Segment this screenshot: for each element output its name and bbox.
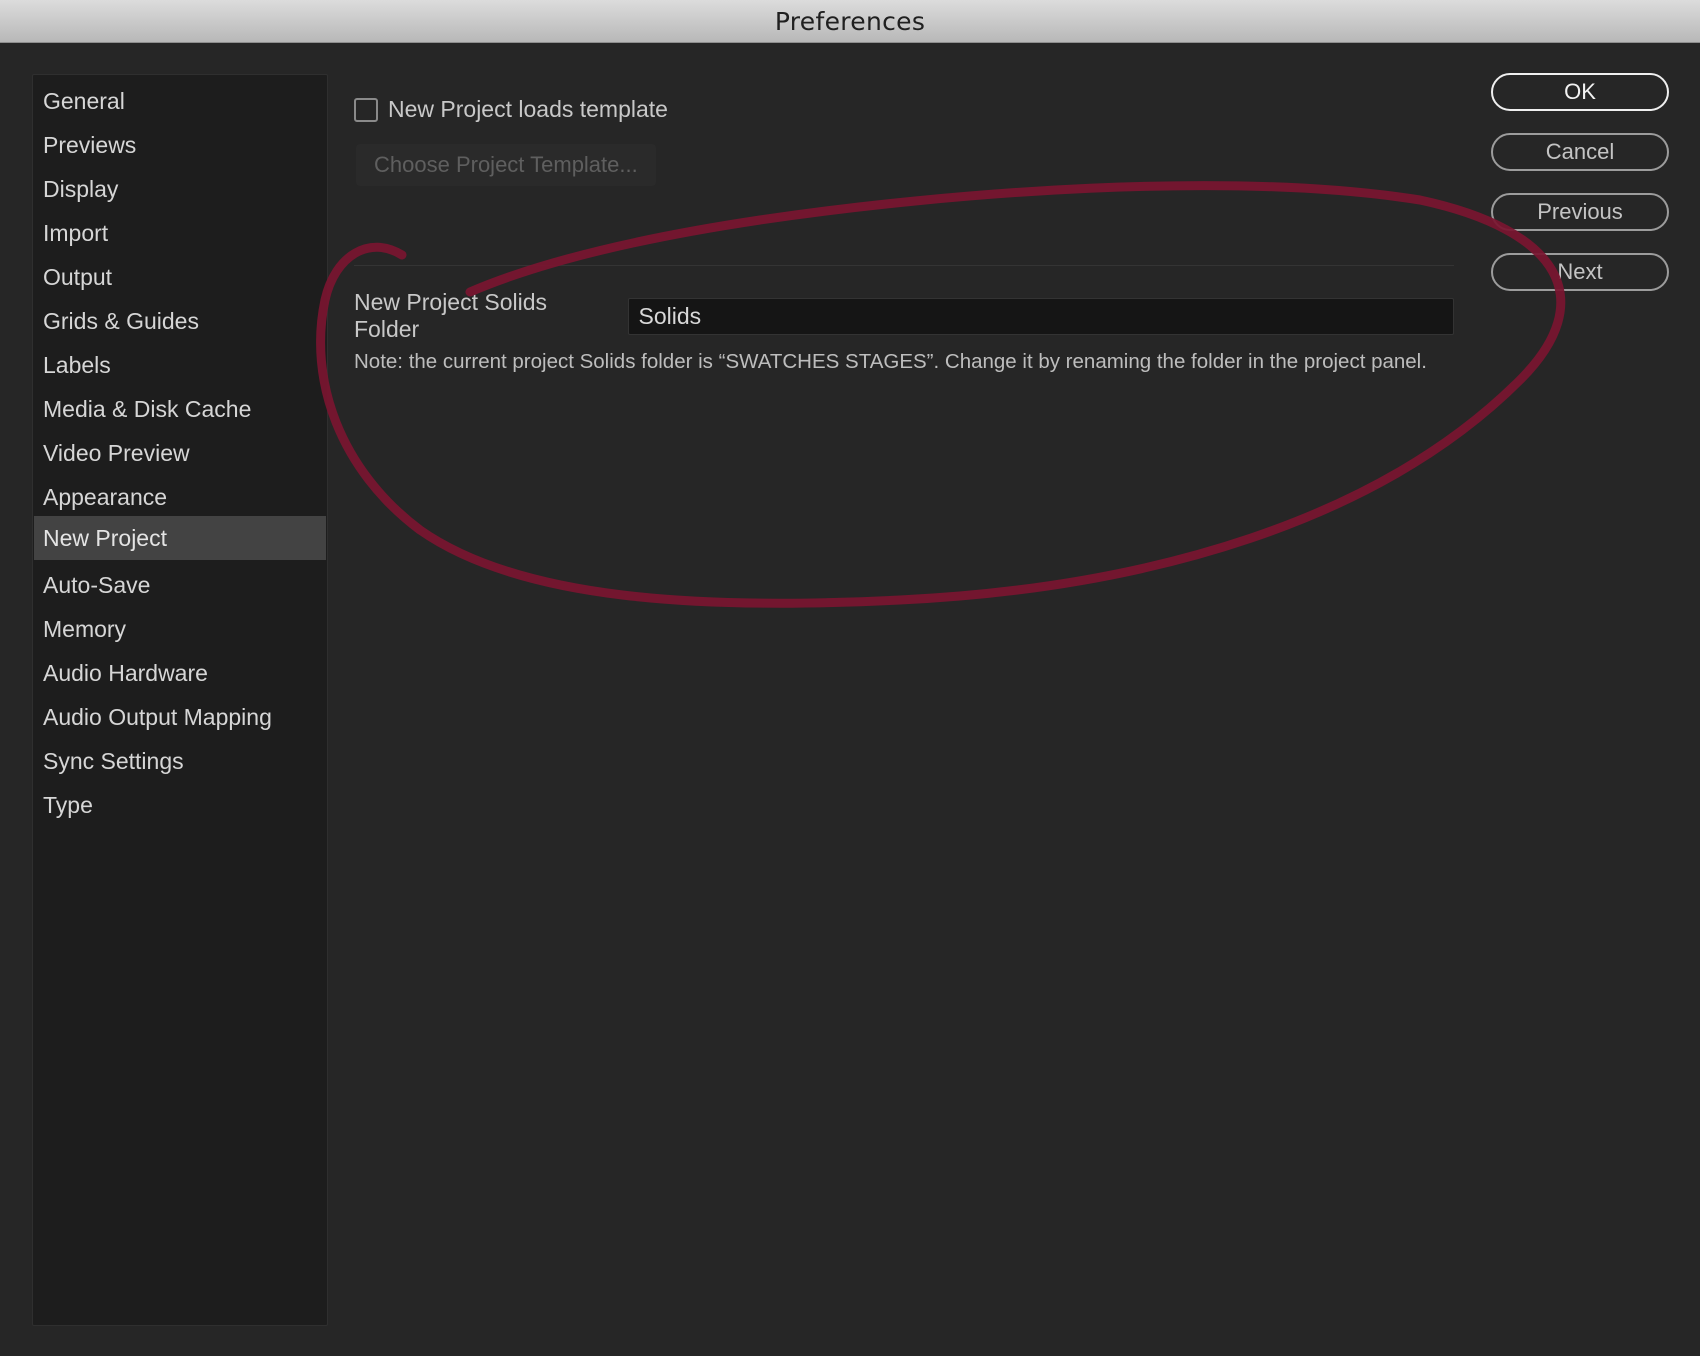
sidebar-item-audio-hardware[interactable]: Audio Hardware <box>34 651 326 695</box>
sidebar-item-memory[interactable]: Memory <box>34 607 326 651</box>
sidebar-item-auto-save[interactable]: Auto-Save <box>34 563 326 607</box>
sidebar-item-media-disk-cache[interactable]: Media & Disk Cache <box>34 387 326 431</box>
solids-folder-input[interactable] <box>627 297 1454 335</box>
solids-folder-label: New Project Solids Folder <box>354 289 548 342</box>
next-button[interactable]: Next <box>1491 253 1669 291</box>
preferences-category-list[interactable]: General Previews Display Import Output G… <box>32 74 328 1326</box>
sidebar-item-type[interactable]: Type <box>34 783 326 827</box>
cancel-button[interactable]: Cancel <box>1491 133 1669 171</box>
sidebar-item-audio-output-mapping[interactable]: Audio Output Mapping <box>34 695 326 739</box>
annotation-stroke <box>316 181 1566 608</box>
window-title: Preferences <box>774 6 926 36</box>
sidebar-item-grids-guides[interactable]: Grids & Guides <box>34 299 326 343</box>
sidebar-item-output[interactable]: Output <box>34 255 326 299</box>
sidebar-item-labels[interactable]: Labels <box>34 343 326 387</box>
sidebar-item-previews[interactable]: Previews <box>34 123 326 167</box>
previous-button[interactable]: Previous <box>1491 193 1669 231</box>
sidebar-item-appearance[interactable]: Appearance <box>34 475 326 519</box>
title-bar[interactable]: Preferences <box>0 0 1700 43</box>
sidebar-item-general[interactable]: General <box>34 79 326 123</box>
section-divider <box>354 265 1454 266</box>
sidebar-item-sync-settings[interactable]: Sync Settings <box>34 739 326 783</box>
choose-project-template-button[interactable]: Choose Project Template... <box>356 144 656 186</box>
sidebar-item-new-project[interactable]: New Project <box>34 516 326 560</box>
ok-button[interactable]: OK <box>1491 73 1669 111</box>
solids-folder-note: Note: the current project Solids folder … <box>354 350 1427 373</box>
loads-template-label: New Project loads template <box>388 96 668 122</box>
sidebar-item-import[interactable]: Import <box>34 211 326 255</box>
preferences-window: Preferences General Previews Display Imp… <box>0 0 1700 1356</box>
sidebar-item-display[interactable]: Display <box>34 167 326 211</box>
loads-template-option[interactable]: New Project loads template <box>354 96 668 123</box>
loads-template-checkbox[interactable] <box>354 97 378 122</box>
sidebar-item-video-preview[interactable]: Video Preview <box>34 431 326 475</box>
solids-folder-row: New Project Solids Folder <box>354 289 1454 343</box>
